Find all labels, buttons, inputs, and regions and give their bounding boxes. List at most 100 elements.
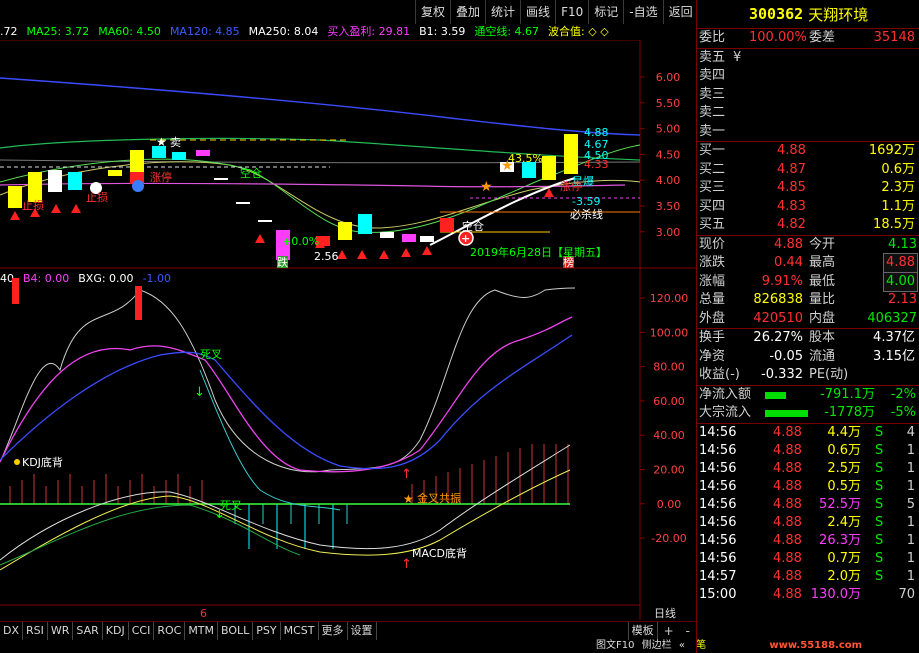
bang-label: 榜 bbox=[563, 255, 574, 269]
sell-level-row: 卖二 bbox=[699, 105, 726, 120]
indicator-tab[interactable]: 更多 bbox=[319, 622, 348, 640]
indicator-tab[interactable]: RSI bbox=[23, 622, 48, 640]
toolbar-button[interactable]: 画线 bbox=[520, 0, 555, 24]
fall-label: 跌 bbox=[277, 255, 288, 269]
star-icon: ★ bbox=[403, 492, 414, 506]
low-price-label: 2.56 bbox=[314, 250, 339, 263]
indicator-tab[interactable]: SAR bbox=[73, 622, 103, 640]
stock-header: 300362 天翔环境 bbox=[697, 0, 919, 28]
osc-tick-label: 40.00 bbox=[653, 429, 685, 442]
top-toolbar: 复权 叠加 统计 画线 F10 标记 -自选 返回 bbox=[415, 0, 695, 24]
sell-level-row: 卖四 bbox=[699, 68, 726, 83]
price-stats: 现价 4.88 今开 4.13 涨跌 0.44 最高 4.88 涨幅 9.91% 最低 4.00 总量 8… bbox=[697, 236, 919, 329]
osc-tick-label: 100.00 bbox=[650, 326, 689, 339]
candle bbox=[48, 170, 62, 192]
price-tick-label: 4.50 bbox=[656, 148, 681, 161]
legend-item: 买入盈利: 29.81 bbox=[327, 25, 411, 38]
triangle-marker-icon bbox=[71, 204, 81, 213]
indicator-tab[interactable]: KDJ bbox=[103, 622, 129, 640]
candle bbox=[8, 186, 22, 208]
buy-level-row: 买二 4.87 0.6万 bbox=[699, 161, 915, 177]
star-icon: ★ bbox=[156, 135, 167, 149]
sell-book: 卖五 ¥ 卖四卖三卖二卖一 bbox=[697, 49, 919, 142]
indicator-tab[interactable]: MCST bbox=[281, 622, 319, 640]
tick-row: 14:56 4.88 0.5万 S 1 bbox=[699, 478, 915, 494]
toolbar-button[interactable]: 复权 bbox=[415, 0, 450, 24]
stat-row: 总量 826838 量比 2.13 bbox=[699, 292, 917, 307]
kdj-bottom-label: KDJ底背 bbox=[22, 455, 63, 469]
legend-item: MA60: 4.50 bbox=[98, 25, 161, 38]
open-position-label: 空仓 bbox=[462, 219, 484, 233]
osc-tick-label: 120.00 bbox=[650, 292, 689, 305]
toolbar-button[interactable]: 统计 bbox=[485, 0, 520, 24]
candle bbox=[236, 202, 250, 204]
sell-label: 卖 bbox=[170, 136, 181, 149]
sidebar-link[interactable]: 侧边栏 bbox=[642, 640, 672, 651]
fundamental-row: 收益(-) -0.332 PE(动) bbox=[699, 367, 849, 382]
triangle-marker-icon bbox=[401, 248, 411, 257]
collapse-icon[interactable]: « bbox=[679, 640, 685, 651]
stage-number: 6 bbox=[200, 607, 207, 620]
candle bbox=[172, 152, 186, 160]
triangle-marker-icon bbox=[379, 250, 389, 259]
sell-level-row: 卖一 bbox=[699, 123, 726, 139]
buy-level-row: 买四 4.83 1.1万 bbox=[699, 198, 915, 214]
candle bbox=[68, 172, 82, 190]
legend-item: MA25: 3.72 bbox=[26, 25, 90, 38]
candle bbox=[564, 134, 578, 174]
pct-label: 43.5% bbox=[508, 152, 543, 165]
buy-book: 买一 4.88 1692万 买二 4.87 0.6万 买三 4.85 2.3万 买四 4.83 1.1… bbox=[697, 142, 919, 235]
main-indicator-legend: .72 MA25: 3.72 MA60: 4.50 MA120: 4.85 MA250:… bbox=[0, 24, 609, 40]
indicator-tab[interactable]: CCI bbox=[129, 622, 155, 640]
osc-tick-label: 80.00 bbox=[653, 361, 685, 374]
triangle-marker-icon bbox=[337, 250, 347, 259]
indicator-tab[interactable]: DX bbox=[0, 622, 24, 640]
price-tick-label: 3.00 bbox=[656, 226, 681, 239]
tick-row: 14:57 4.88 2.0万 S 1 bbox=[699, 568, 915, 584]
template-control[interactable]: + bbox=[658, 622, 680, 640]
sell-level-row: 卖三 bbox=[699, 86, 726, 102]
indicator-tab[interactable]: PSY bbox=[253, 622, 281, 640]
period-label[interactable]: 日线 bbox=[654, 605, 676, 621]
tick-list: 14:56 4.88 4.4万 S 4 14:56 4.88 0.6万 S 1 14:56 4.88 2… bbox=[697, 424, 919, 604]
candle bbox=[542, 156, 556, 180]
legend-item: B1: 3.59 bbox=[419, 25, 466, 38]
pct-low-label: +0.0% bbox=[282, 235, 319, 248]
indicator-tab[interactable]: MTM bbox=[185, 622, 219, 640]
down-arrow-icon: ↓ bbox=[214, 507, 225, 522]
stock-code: 300362 bbox=[749, 5, 804, 23]
triangle-marker-icon bbox=[51, 204, 61, 213]
flow-row: 大宗流入 -1778万 -5% bbox=[699, 405, 916, 420]
kill-line-label: 必杀线 bbox=[570, 207, 603, 221]
candle bbox=[108, 170, 122, 176]
candle bbox=[402, 234, 416, 242]
weibi-row: 委比 100.00% 委差 35148 bbox=[699, 30, 915, 45]
f10-link[interactable]: 图文F10 bbox=[596, 640, 634, 651]
indicator-tab[interactable]: BOLL bbox=[218, 622, 254, 640]
template-control[interactable]: - bbox=[680, 622, 696, 640]
sell-level-row: 卖五 ¥ bbox=[699, 49, 742, 65]
ma120-line bbox=[0, 77, 641, 136]
indicator-tab[interactable]: 设置 bbox=[348, 622, 377, 640]
osc-cyan-line bbox=[199, 369, 341, 511]
tick-row: 14:56 4.88 4.4万 S 4 bbox=[699, 424, 915, 440]
template-control[interactable]: 模板 bbox=[627, 622, 658, 640]
osc-tick-label: 60.00 bbox=[653, 395, 685, 408]
indicator-tab[interactable]: ROC bbox=[154, 622, 186, 640]
tick-row: 15:00 4.88 130.0万 70 bbox=[699, 586, 915, 602]
indicator-tab[interactable]: WR bbox=[48, 622, 74, 640]
candle bbox=[28, 172, 42, 202]
stat-row: 外盘 420510 内盘 406327 bbox=[699, 310, 917, 326]
price-tick-label: 6.00 bbox=[656, 71, 681, 84]
toolbar-button[interactable]: 叠加 bbox=[450, 0, 485, 24]
toolbar-button[interactable]: 标记 bbox=[588, 0, 623, 24]
price-tick-label: 5.50 bbox=[656, 97, 681, 110]
candle bbox=[130, 150, 144, 172]
toolbar-button[interactable]: 返回 bbox=[662, 0, 698, 24]
toolbar-button[interactable]: F10 bbox=[555, 0, 588, 24]
quote-panel: 300362 天翔环境 委比 100.00% 委差 35148 卖五 ¥ 卖四 卖三卖… bbox=[696, 0, 919, 653]
kline-chart[interactable]: 6.00 5.50 5.00 4.50 4.00 3.50 3.00 120.00 100.0… bbox=[0, 40, 696, 620]
limit-up-label: 涨停 bbox=[150, 170, 172, 184]
toolbar-button[interactable]: -自选 bbox=[623, 0, 662, 24]
candle bbox=[338, 222, 352, 240]
